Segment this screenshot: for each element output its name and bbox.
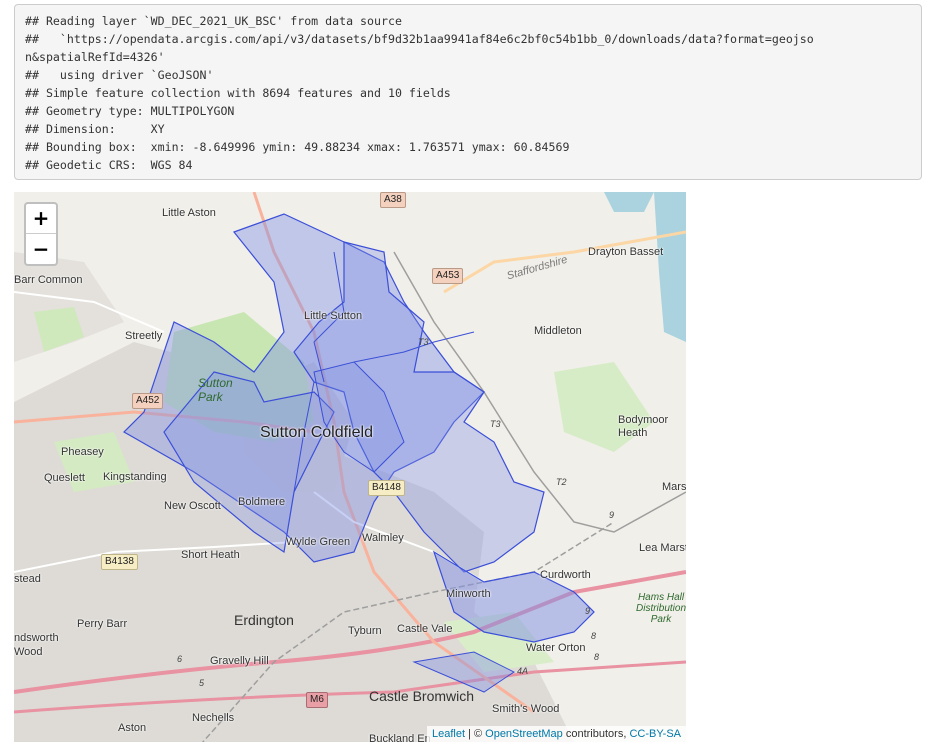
console-line: ## Geometry type: MULTIPOLYGON (25, 104, 235, 118)
place-label: Curdworth (540, 569, 591, 581)
place-label: Lea Marst (639, 542, 686, 554)
zoom-in-button[interactable]: + (26, 204, 56, 234)
park-label: Sutton Park (198, 376, 233, 404)
console-line: ## Geodetic CRS: WGS 84 (25, 158, 193, 172)
place-label: Barr Common (14, 274, 83, 286)
place-label: Kingstanding (103, 471, 167, 483)
place-label: Middleton (534, 325, 582, 337)
road-number: 6 (177, 654, 183, 664)
place-label: Queslett (44, 472, 85, 484)
place-label: Walmley (362, 532, 404, 544)
page-scrollbar[interactable] (925, 0, 946, 747)
console-line: ## Dimension: XY (25, 122, 165, 136)
place-label: Mars (662, 481, 686, 493)
place-label-major: Castle Bromwich (369, 688, 475, 704)
road-shield: B4148 (368, 480, 405, 496)
place-label: Bodymoor Heath (618, 414, 669, 439)
place-label: Gravelly Hill (210, 655, 269, 667)
place-label: Drayton Basset (588, 246, 664, 258)
road-number: 8 (594, 652, 600, 662)
attribution-separator: | © (465, 728, 486, 740)
place-label: Wylde Green (286, 536, 351, 548)
map-attribution: Leaflet | © OpenStreetMap contributors, … (426, 726, 686, 742)
place-label: Smith's Wood (492, 703, 560, 715)
road-shield: B4138 (101, 554, 138, 570)
zoom-out-button[interactable]: − (26, 234, 56, 264)
road-number: 9 (585, 606, 591, 616)
place-label: Castle Vale (397, 623, 453, 635)
road-shield: A452 (132, 393, 164, 409)
console-line: ## Bounding box: xmin: -8.649996 ymin: 4… (25, 140, 570, 154)
place-label: Short Heath (181, 549, 240, 561)
road-shield: A38 (380, 192, 406, 208)
road-number: 5 (199, 678, 205, 688)
console-line: n&spatialRefId=4326' (25, 50, 165, 64)
road-number: 8 (591, 631, 597, 641)
place-label: Boldmere (238, 496, 286, 508)
road-number: 4A (517, 666, 529, 676)
place-label: Tyburn (348, 625, 382, 637)
console-line: ## Reading layer `WD_DEC_2021_UK_BSC' fr… (25, 14, 402, 28)
place-label: New Oscott (164, 500, 221, 512)
place-label: Minworth (446, 588, 491, 600)
console-line: ## using driver `GeoJSON' (25, 68, 214, 82)
zoom-control: + − (24, 202, 58, 266)
place-label: Nechells (192, 712, 235, 724)
place-label: Pheasey (61, 446, 104, 458)
attribution-contributors: contributors, (562, 728, 630, 740)
road-shield: A453 (432, 268, 464, 284)
leaflet-map[interactable]: Little Aston Barr Common Streetly Little… (14, 192, 686, 742)
road-number: T3 (418, 337, 429, 347)
osm-link[interactable]: OpenStreetMap (485, 728, 563, 740)
road-number: 9 (609, 510, 615, 520)
map-tiles (14, 192, 686, 742)
place-label: stead (14, 573, 41, 585)
console-line: ## Simple feature collection with 8694 f… (25, 86, 451, 100)
place-label-major: Erdington (234, 612, 294, 628)
road-number: T2 (556, 477, 567, 487)
place-label: Little Aston (162, 207, 216, 219)
place-label: Streetly (125, 330, 163, 342)
place-label: Buckland En (369, 733, 431, 742)
road-shield: M6 (306, 692, 328, 708)
place-label: Perry Barr (77, 618, 128, 630)
place-label: Water Orton (526, 642, 586, 654)
road-number: T3 (490, 419, 501, 429)
place-label: ndsworth Wood (14, 632, 59, 658)
place-label-major: Sutton Coldfield (260, 424, 373, 441)
park-label: Hams Hall Distribution Park (636, 592, 686, 625)
leaflet-link[interactable]: Leaflet (432, 728, 465, 740)
console-output: ## Reading layer `WD_DEC_2021_UK_BSC' fr… (14, 4, 922, 180)
console-line: ## `https://opendata.arcgis.com/api/v3/d… (25, 32, 814, 46)
place-label: Little Sutton (304, 310, 363, 322)
place-label: Aston (118, 722, 147, 734)
license-link[interactable]: CC-BY-SA (629, 728, 681, 740)
